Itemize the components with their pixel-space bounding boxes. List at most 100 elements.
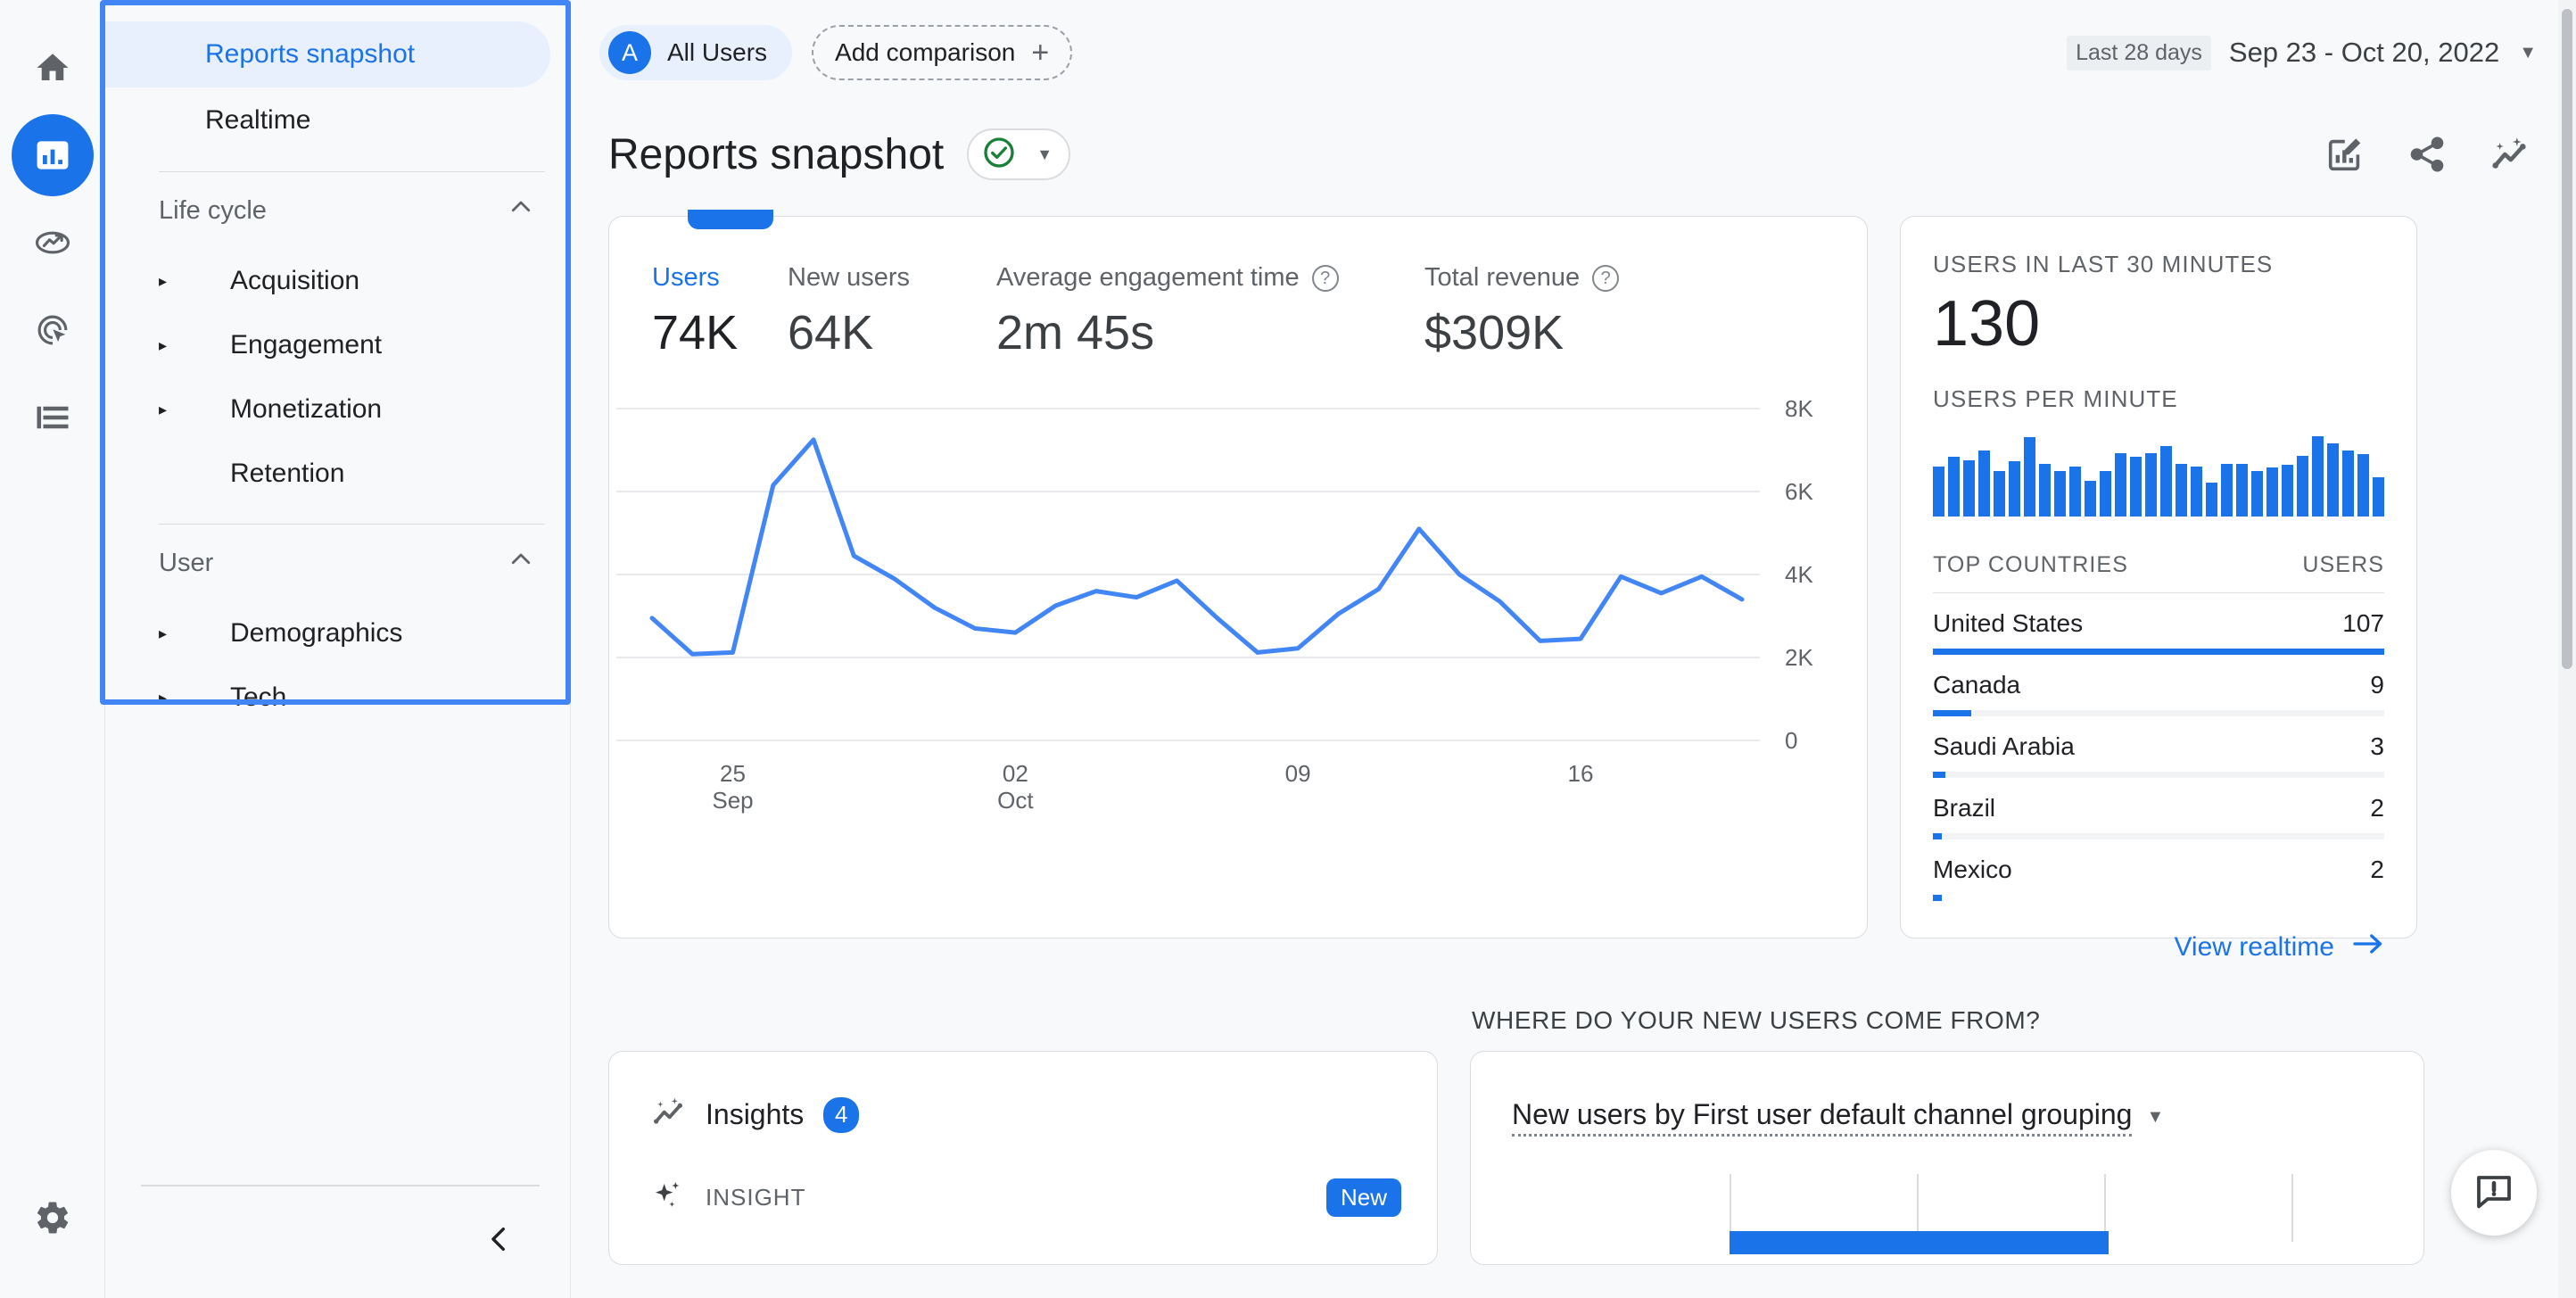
insights-header[interactable]: Insights 4 — [609, 1052, 1437, 1135]
page-scrollbar[interactable] — [2558, 0, 2576, 1298]
nav-group-life-cycle[interactable]: Life cycle — [105, 172, 570, 249]
x-axis-tick-label: Sep — [712, 787, 753, 814]
column-header-dimension: TOP COUNTRIES — [1933, 552, 2128, 578]
rail-item-library[interactable] — [12, 376, 94, 459]
table-row[interactable]: United States 107 — [1933, 593, 2384, 655]
bar — [1730, 1231, 2109, 1254]
table-row[interactable]: Canada 9 — [1933, 655, 2384, 716]
rail-item-home[interactable] — [12, 27, 94, 109]
add-comparison-button[interactable]: Add comparison + — [812, 25, 1072, 80]
table-row[interactable]: Mexico 2 — [1933, 839, 2384, 901]
rail-item-advertising[interactable] — [12, 289, 94, 371]
metric-label-row: Average engagement time ? — [996, 263, 1424, 293]
scrollbar-thumb[interactable] — [2562, 9, 2572, 669]
nav-item-monetization[interactable]: ▸ Monetization — [105, 377, 570, 442]
metric-users[interactable]: Users 74K — [652, 263, 788, 360]
insights-column: Insights 4 INSIGHT New — [608, 988, 1438, 1265]
country-users: 2 — [2370, 856, 2384, 884]
reports-navigation: Reports snapshot Realtime Life cycle ▸ A… — [105, 0, 571, 1298]
x-axis-tick-label: 16 — [1568, 760, 1594, 787]
insight-item[interactable]: INSIGHT New — [609, 1135, 1437, 1218]
metric-label: Users — [652, 263, 788, 293]
insights-count-badge: 4 — [823, 1097, 859, 1133]
users-line-chart[interactable]: 02K4K6K8K25Sep02Oct0916 — [609, 360, 1867, 825]
overview-cards: Users 74K New users 64K Average engageme… — [571, 180, 2576, 938]
sparkle-icon — [650, 1178, 686, 1218]
minute-bar — [2176, 464, 2187, 517]
table-row[interactable]: Brazil 2 — [1933, 778, 2384, 839]
chevron-right-icon: ▸ — [159, 337, 191, 353]
y-axis-tick-label: 6K — [1785, 478, 1813, 505]
rail-item-reports[interactable] — [12, 114, 94, 196]
metric-label: Average engagement time — [996, 263, 1300, 293]
row-bar-fill — [1933, 895, 1942, 901]
nav-item-demographics[interactable]: ▸ Demographics — [105, 601, 570, 666]
analytics-app: Reports snapshot Realtime Life cycle ▸ A… — [0, 0, 2576, 1298]
new-users-bar-chart[interactable] — [1471, 1174, 2423, 1245]
insights-caption-spacer — [608, 988, 1438, 1035]
country-name: Saudi Arabia — [1933, 732, 2075, 761]
minute-bar — [2206, 483, 2217, 517]
metric-total-revenue[interactable]: Total revenue ? $309K — [1424, 263, 1619, 360]
minute-bar — [2357, 454, 2369, 517]
add-comparison-label: Add comparison — [835, 38, 1015, 67]
nav-item-reports-snapshot[interactable]: Reports snapshot — [105, 21, 550, 87]
metric-average-engagement-time[interactable]: Average engagement time ? 2m 45s — [996, 263, 1424, 360]
metric-new-users[interactable]: New users 64K — [788, 263, 996, 360]
top-countries-header: TOP COUNTRIES USERS — [1933, 552, 2384, 593]
share-icon[interactable] — [2407, 134, 2448, 175]
data-status-button[interactable]: ▼ — [967, 128, 1070, 180]
nav-item-realtime[interactable]: Realtime — [105, 87, 570, 153]
new-users-column: WHERE DO YOUR NEW USERS COME FROM? New u… — [1470, 988, 2424, 1265]
new-users-dimension-selector[interactable]: New users by First user default channel … — [1471, 1052, 2164, 1137]
minute-bar — [2024, 437, 2035, 517]
table-row[interactable]: Saudi Arabia 3 — [1933, 716, 2384, 778]
report-topbar: A All Users Add comparison + Last 28 day… — [571, 0, 2576, 105]
users-per-minute-bars — [1933, 436, 2384, 517]
metric-label-row: Total revenue ? — [1424, 263, 1619, 293]
rail-item-admin[interactable] — [12, 1177, 94, 1259]
minute-bar — [1994, 471, 2005, 517]
icon-rail — [0, 0, 105, 1298]
nav-item-label: Acquisition — [191, 266, 359, 296]
nav-item-retention[interactable]: Retention — [105, 442, 570, 506]
nav-item-label: Engagement — [191, 330, 382, 360]
users-overview-card: Users 74K New users 64K Average engageme… — [608, 216, 1868, 938]
rail-item-explore[interactable] — [12, 202, 94, 284]
table-row-top: Saudi Arabia 3 — [1933, 732, 2384, 761]
help-icon[interactable]: ? — [1312, 265, 1339, 292]
date-range-text: Sep 23 - Oct 20, 2022 — [2229, 37, 2499, 69]
chevron-right-icon: ▸ — [159, 625, 191, 641]
audience-label: All Users — [667, 38, 767, 67]
audience-chip-all-users[interactable]: A All Users — [599, 25, 792, 80]
row-bar-track — [1933, 649, 2384, 655]
minute-bar — [2054, 471, 2066, 517]
x-axis-tick-label: 02 — [1003, 760, 1028, 787]
minute-bar — [2282, 465, 2293, 517]
y-axis-tick-label: 4K — [1785, 561, 1813, 588]
collapse-navigation-button[interactable] — [105, 1186, 570, 1259]
minute-bar — [1933, 467, 1944, 517]
new-users-section-caption: WHERE DO YOUR NEW USERS COME FROM? — [1470, 988, 2424, 1035]
minute-bar — [2251, 471, 2263, 517]
minute-bar — [1948, 457, 1960, 517]
send-feedback-button[interactable] — [2451, 1150, 2537, 1236]
minute-bar — [2085, 481, 2096, 517]
date-range-picker[interactable]: Last 28 days Sep 23 - Oct 20, 2022 ▼ — [2067, 36, 2537, 70]
nav-group-label: User — [159, 549, 508, 578]
minute-bar — [2342, 451, 2354, 517]
customize-report-icon[interactable] — [2324, 134, 2365, 175]
nav-item-engagement[interactable]: ▸ Engagement — [105, 313, 570, 377]
insights-icon[interactable] — [2489, 134, 2530, 175]
metric-tabs: Users 74K New users 64K Average engageme… — [609, 217, 1867, 360]
nav-item-acquisition[interactable]: ▸ Acquisition — [105, 249, 570, 313]
metric-value: $309K — [1424, 305, 1619, 360]
country-name: United States — [1933, 609, 2083, 638]
nav-group-user[interactable]: User — [105, 525, 570, 601]
minute-bar — [2009, 461, 2020, 517]
view-realtime-label: View realtime — [2174, 932, 2334, 963]
help-icon[interactable]: ? — [1592, 265, 1619, 292]
view-realtime-link[interactable]: View realtime — [1933, 931, 2384, 963]
nav-item-tech[interactable]: ▸ Tech — [105, 666, 570, 730]
country-name: Mexico — [1933, 856, 2012, 884]
